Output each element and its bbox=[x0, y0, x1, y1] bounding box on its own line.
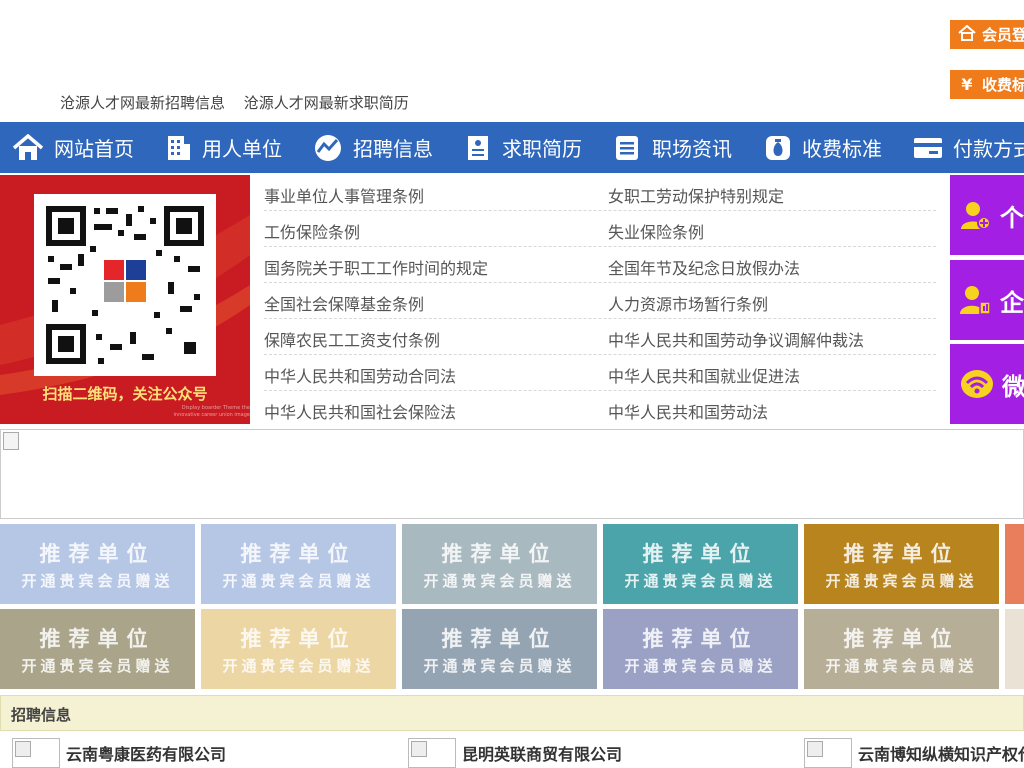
list-item: 中华人民共和国劳动合同法 中华人民共和国就业促进法 bbox=[264, 355, 936, 391]
member-login-label: 会员登 bbox=[982, 26, 1024, 44]
jobs-section-title: 招聘信息 bbox=[11, 706, 72, 724]
law-link[interactable]: 女职工劳动保护特别规定 bbox=[608, 183, 784, 207]
yen-icon: ¥ bbox=[961, 75, 973, 94]
law-link[interactable]: 失业保险条例 bbox=[608, 219, 704, 243]
recommend-tile[interactable]: 推荐单位 开通贵宾会员赠送 bbox=[402, 524, 597, 604]
company-name: 云南博知纵横知识产权代 bbox=[858, 744, 1024, 764]
latest-resumes-link[interactable]: 沧源人才网最新求职简历 bbox=[244, 94, 409, 112]
card-icon bbox=[914, 137, 942, 158]
company-name: 昆明英联商贸有限公司 bbox=[462, 744, 623, 764]
recommend-tile[interactable]: 推荐单位 开通贵宾会员赠送 bbox=[201, 609, 396, 689]
law-link[interactable]: 中华人民共和国劳动法 bbox=[608, 399, 768, 423]
news-icon bbox=[616, 135, 638, 160]
list-item: 保障农民工工资支付条例 中华人民共和国劳动争议调解仲裁法 bbox=[264, 319, 936, 355]
home-icon bbox=[12, 133, 44, 160]
ad-banner[interactable] bbox=[0, 429, 1024, 519]
top-links: 沧源人才网最新招聘信息 沧源人才网最新求职简历 bbox=[60, 92, 423, 113]
nav-home[interactable]: 网站首页 bbox=[12, 122, 134, 173]
qr-code bbox=[34, 194, 216, 376]
law-link[interactable]: 中华人民共和国就业促进法 bbox=[608, 363, 800, 387]
latest-jobs-link[interactable]: 沧源人才网最新招聘信息 bbox=[60, 94, 225, 112]
nav-jobs[interactable]: 招聘信息 bbox=[313, 122, 433, 173]
nav-news[interactable]: 职场资讯 bbox=[614, 122, 732, 173]
recommend-tile[interactable]: 推荐单位 开通贵宾会员赠送 bbox=[603, 524, 798, 604]
company-user-icon bbox=[960, 286, 991, 315]
law-link[interactable]: 全国社会保障基金条例 bbox=[264, 291, 424, 315]
law-link[interactable]: 保障农民工工资支付条例 bbox=[264, 327, 440, 351]
law-link[interactable]: 国务院关于职工工作时间的规定 bbox=[264, 255, 488, 279]
qr-fine-print: Display boarder Theme the innovative car… bbox=[173, 405, 250, 418]
recommend-tile[interactable]: 推荐单位 开通贵宾会员赠送 bbox=[804, 524, 999, 604]
law-link[interactable]: 人力资源市场暂行条例 bbox=[608, 291, 768, 315]
recommend-tile[interactable] bbox=[1005, 524, 1024, 604]
company-logo bbox=[804, 737, 852, 768]
jobs-section-header: 招聘信息 bbox=[0, 695, 1024, 731]
recommend-tile[interactable]: 推荐单位 开通贵宾会员赠送 bbox=[402, 609, 597, 689]
wechat-icon bbox=[961, 370, 993, 398]
building-icon bbox=[168, 135, 190, 160]
nav-payment[interactable]: 付款方式 bbox=[913, 122, 1024, 173]
list-item: 事业单位人事管理条例 女职工劳动保护特别规定 bbox=[264, 175, 936, 211]
qr-caption: 扫描二维码，关注公众号 bbox=[42, 385, 208, 403]
recommend-tile[interactable]: 推荐单位 开通贵宾会员赠送 bbox=[0, 609, 195, 689]
law-link[interactable]: 中华人民共和国社会保险法 bbox=[264, 399, 456, 423]
resume-icon bbox=[468, 135, 488, 160]
law-link[interactable]: 中华人民共和国劳动争议调解仲裁法 bbox=[608, 327, 864, 351]
list-item: 中华人民共和国社会保险法 中华人民共和国劳动法 bbox=[264, 391, 936, 426]
list-item: 全国社会保障基金条例 人力资源市场暂行条例 bbox=[264, 283, 936, 319]
company-logo bbox=[12, 737, 60, 768]
recommend-tile[interactable]: 推荐单位 开通贵宾会员赠送 bbox=[0, 524, 195, 604]
recommend-tile[interactable]: 推荐单位 开通贵宾会员赠送 bbox=[804, 609, 999, 689]
recommend-tile[interactable]: 推荐单位 开通贵宾会员赠送 bbox=[201, 524, 396, 604]
nav-fees[interactable]: 收费标准 bbox=[764, 122, 882, 173]
company-login-button[interactable]: 企 bbox=[950, 260, 1024, 340]
nav-resumes[interactable]: 求职简历 bbox=[466, 122, 582, 173]
recommend-tile[interactable] bbox=[1005, 609, 1024, 689]
law-link[interactable]: 工伤保险条例 bbox=[264, 219, 360, 243]
qr-banner: 扫描二维码，关注公众号 Display boarder Theme the in… bbox=[0, 175, 250, 424]
law-link[interactable]: 全国年节及纪念日放假办法 bbox=[608, 255, 800, 279]
nav-employers[interactable]: 用人单位 bbox=[164, 122, 282, 173]
recommend-tile[interactable]: 推荐单位 开通贵宾会员赠送 bbox=[603, 609, 798, 689]
company-item[interactable]: 云南博知纵横知识产权代 bbox=[804, 737, 1024, 768]
member-login-button[interactable]: 会员登 bbox=[950, 20, 1024, 49]
wechat-button[interactable]: 微 bbox=[950, 344, 1024, 424]
company-logo bbox=[408, 737, 456, 768]
main-nav: 网站首页 用人单位 招聘信息 求职简历 职场资讯 收费标准 付款方式 bbox=[0, 122, 1024, 173]
personal-login-button[interactable]: 个 bbox=[950, 175, 1024, 255]
fees-button[interactable]: ¥ 收费标 bbox=[950, 70, 1024, 99]
list-item: 工伤保险条例 失业保险条例 bbox=[264, 211, 936, 247]
home-icon bbox=[956, 24, 978, 45]
broken-image-icon bbox=[3, 432, 19, 450]
chart-icon bbox=[315, 134, 341, 161]
company-item[interactable]: 昆明英联商贸有限公司 bbox=[408, 737, 622, 768]
law-list: 事业单位人事管理条例 女职工劳动保护特别规定 工伤保险条例 失业保险条例 国务院关于… bbox=[264, 175, 936, 426]
list-item: 国务院关于职工工作时间的规定 全国年节及纪念日放假办法 bbox=[264, 247, 936, 283]
law-link[interactable]: 中华人民共和国劳动合同法 bbox=[264, 363, 456, 387]
company-name: 云南粤康医药有限公司 bbox=[66, 744, 227, 764]
person-add-icon bbox=[961, 202, 991, 230]
company-item[interactable]: 云南粤康医药有限公司 bbox=[12, 737, 226, 768]
law-link[interactable]: 事业单位人事管理条例 bbox=[264, 183, 424, 207]
money-bag-icon bbox=[766, 135, 790, 160]
fees-label: 收费标 bbox=[982, 76, 1024, 94]
